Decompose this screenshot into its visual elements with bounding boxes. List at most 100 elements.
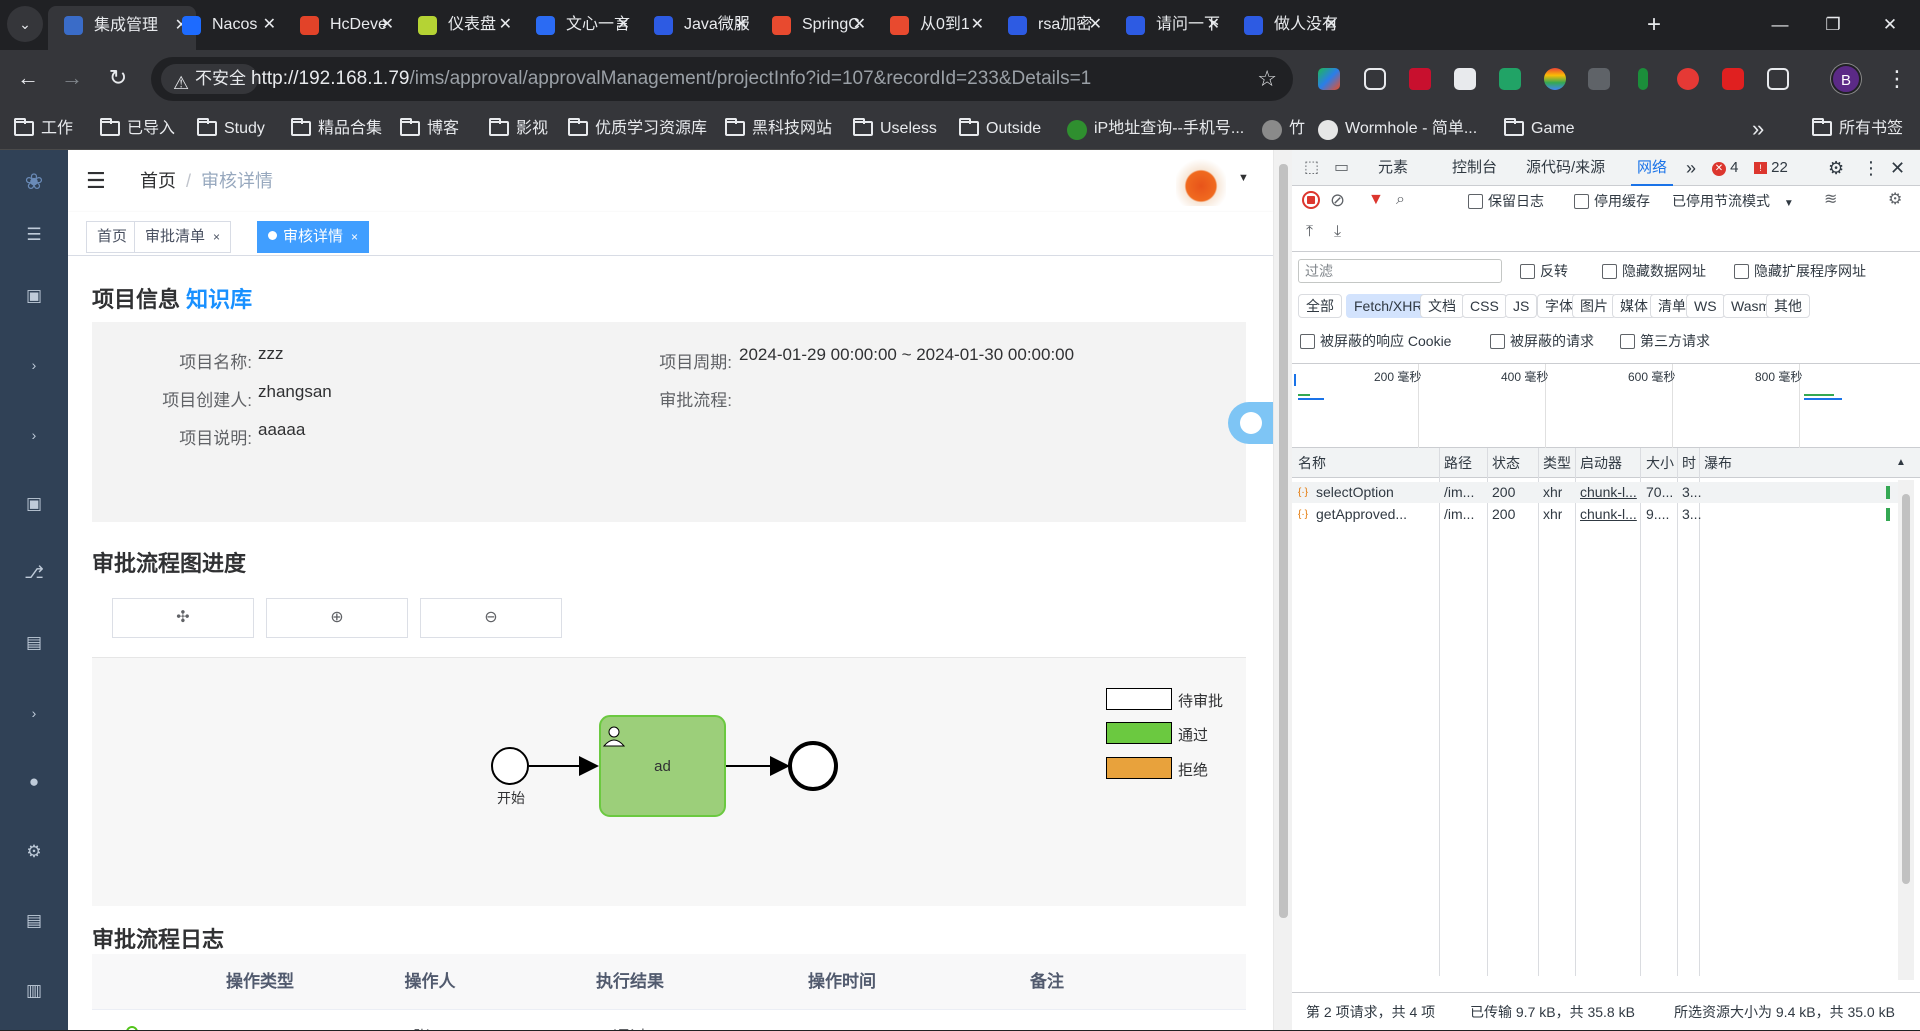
reload-button[interactable]: ↻ <box>98 58 138 98</box>
avatar[interactable] <box>1176 156 1226 206</box>
browser-tab[interactable]: Nacos ✕ <box>166 8 284 42</box>
request-cell-initiator[interactable]: chunk-l... <box>1580 504 1637 525</box>
browser-tab[interactable]: 文心一言 ✕ <box>520 8 638 42</box>
monitor-icon[interactable]: ▤ <box>24 911 44 931</box>
scrollbar-thumb[interactable] <box>1902 494 1910 884</box>
restore-button[interactable]: ❐ <box>1803 0 1863 50</box>
column-header[interactable]: 时 <box>1682 448 1696 478</box>
close-tab-icon[interactable]: ✕ <box>735 8 748 42</box>
extensions-puzzle-icon[interactable] <box>1767 68 1789 90</box>
bookmark-item[interactable]: Wormhole - 简单... <box>1318 108 1477 150</box>
throttle-select[interactable]: 已停用节流模式 ▼ <box>1672 192 1794 213</box>
browser-tab[interactable]: Java微服 ✕ <box>638 8 756 42</box>
blocked-requests-checkbox[interactable]: 被屏蔽的请求 <box>1490 332 1594 350</box>
tab-search-button[interactable]: ⌄ <box>7 6 43 42</box>
close-devtools-icon[interactable]: ✕ <box>1890 150 1905 186</box>
request-row[interactable]: {·} selectOption/im... 200 xhr chunk-l... 70.… <box>1292 482 1900 503</box>
site-info-button[interactable]: ⚠ 不安全 <box>161 64 258 94</box>
column-header[interactable]: 路径 <box>1444 448 1472 478</box>
type-filter-button[interactable]: 全部 <box>1298 294 1342 318</box>
settings-gear-icon[interactable]: ⚙ <box>1828 150 1844 186</box>
type-filter-button[interactable]: 其他 <box>1766 294 1810 318</box>
invert-checkbox[interactable]: 反转 <box>1520 262 1568 280</box>
bookmark-item[interactable]: iP地址查询--手机号... <box>1067 108 1244 150</box>
extension-green-icon[interactable] <box>1499 68 1521 90</box>
close-window-button[interactable]: ✕ <box>1860 0 1920 50</box>
back-button[interactable]: ← <box>8 58 48 98</box>
move-button[interactable]: ✣ <box>112 598 254 638</box>
page-scrollbar[interactable] <box>1273 150 1292 1030</box>
close-icon[interactable]: × <box>213 230 220 244</box>
close-tab-icon[interactable]: ✕ <box>381 8 394 42</box>
export-har-icon[interactable]: ⤓ <box>1334 222 1341 242</box>
bookmark-item[interactable]: 精品合集 <box>291 108 382 150</box>
close-tab-icon[interactable]: ✕ <box>263 8 276 42</box>
sort-caret-up-icon[interactable]: ▲ <box>1896 448 1906 478</box>
gear-icon[interactable]: ⚙ <box>24 842 44 862</box>
browser-menu-icon[interactable]: ⋮ <box>1886 64 1908 94</box>
browser-tab[interactable]: HcDeve ✕ <box>284 8 402 42</box>
type-filter-button[interactable]: CSS <box>1462 294 1507 318</box>
hamburger-icon[interactable]: ☰ <box>86 170 106 192</box>
bookmark-item[interactable]: 黑科技网站 <box>725 108 832 150</box>
column-header[interactable]: 瀑布 <box>1704 448 1732 478</box>
type-filter-button[interactable]: JS <box>1505 294 1538 318</box>
toolbox-icon[interactable]: ▥ <box>24 981 44 1001</box>
close-tab-icon[interactable]: ✕ <box>1207 8 1220 42</box>
extension-ublock-icon[interactable] <box>1409 68 1431 90</box>
close-icon[interactable]: × <box>351 230 358 244</box>
devtools-tab-elements[interactable]: 元素 <box>1378 150 1408 186</box>
all-bookmarks-button[interactable]: 所有书签 <box>1812 108 1903 150</box>
close-tab-icon[interactable]: ✕ <box>1325 8 1338 42</box>
column-header[interactable]: 大小 <box>1646 448 1674 478</box>
browser-tab[interactable]: 从0到1 ✕ <box>874 8 992 42</box>
address-bar[interactable]: ⚠ 不安全 http://192.168.1.79/ims/approval/ap… <box>151 57 1293 101</box>
zoom-out-button[interactable]: ⊖ <box>420 598 562 638</box>
requests-scrollbar[interactable] <box>1898 480 1914 980</box>
minimize-button[interactable]: — <box>1750 0 1810 50</box>
flow-icon[interactable]: ⎇ <box>24 563 44 583</box>
network-conditions-icon[interactable]: ≋ <box>1824 190 1837 210</box>
search-icon[interactable]: ⌕ <box>1396 190 1405 210</box>
hide-ext-urls-checkbox[interactable]: 隐藏扩展程序网址 <box>1734 262 1866 280</box>
browser-tab[interactable]: rsa加密 ✕ <box>992 8 1110 42</box>
bookmark-item[interactable]: 竹 <box>1262 108 1305 150</box>
tag-review-detail[interactable]: 审核详情 × <box>257 221 370 253</box>
extension-red-icon[interactable] <box>1677 68 1699 90</box>
chart-icon[interactable]: ▤ <box>24 633 44 653</box>
column-header[interactable]: 名称 <box>1298 448 1326 478</box>
browser-tab[interactable]: 请问一下 ✕ <box>1110 8 1228 42</box>
column-header[interactable]: 状态 <box>1492 448 1520 478</box>
extension-play-icon[interactable] <box>1588 68 1610 90</box>
filter-input[interactable]: 过滤 <box>1298 259 1502 283</box>
column-header[interactable]: 类型 <box>1543 448 1571 478</box>
request-cell-initiator[interactable]: chunk-l... <box>1580 482 1637 503</box>
forward-button[interactable]: → <box>52 58 92 98</box>
import-har-icon[interactable]: ⤒ <box>1306 222 1313 242</box>
knowledge-link[interactable]: 知识库 <box>186 287 252 312</box>
url-text[interactable]: http://192.168.1.79/ims/approval/approva… <box>251 57 1091 101</box>
disable-cache-checkbox[interactable]: 停用缓存 <box>1574 192 1650 210</box>
bookmark-item[interactable]: 影视 <box>489 108 548 150</box>
type-filter-button[interactable]: WS <box>1686 294 1725 318</box>
type-filter-button[interactable]: 文档 <box>1420 294 1464 318</box>
chevron-right-icon[interactable]: › <box>24 425 44 445</box>
extension-leaf-icon[interactable] <box>1638 68 1648 90</box>
browser-tab[interactable]: 仪表盘 ✕ <box>402 8 520 42</box>
blocked-cookies-checkbox[interactable]: 被屏蔽的响应 Cookie <box>1300 332 1451 350</box>
chevron-right-icon[interactable]: › <box>24 703 44 723</box>
type-filter-button[interactable]: 图片 <box>1572 294 1616 318</box>
error-count-badge[interactable]: ✕ 4 <box>1712 150 1739 186</box>
bookmark-item[interactable]: 工作 <box>14 108 73 150</box>
close-tab-icon[interactable]: ✕ <box>617 8 630 42</box>
inspect-element-icon[interactable]: ⬚ <box>1304 158 1319 178</box>
caret-down-icon[interactable]: ▼ <box>1238 172 1249 184</box>
new-tab-button[interactable]: + <box>1647 8 1661 42</box>
bookmark-item[interactable]: Study <box>197 108 265 150</box>
bookmark-item[interactable]: 优质学习资源库 <box>568 108 707 150</box>
extension-glasses-icon[interactable] <box>1364 68 1386 90</box>
hide-data-urls-checkbox[interactable]: 隐藏数据网址 <box>1602 262 1706 280</box>
clear-icon[interactable]: ⊘ <box>1330 190 1345 210</box>
devtools-tab-console[interactable]: 控制台 <box>1452 150 1497 186</box>
close-tab-icon[interactable]: ✕ <box>499 8 512 42</box>
